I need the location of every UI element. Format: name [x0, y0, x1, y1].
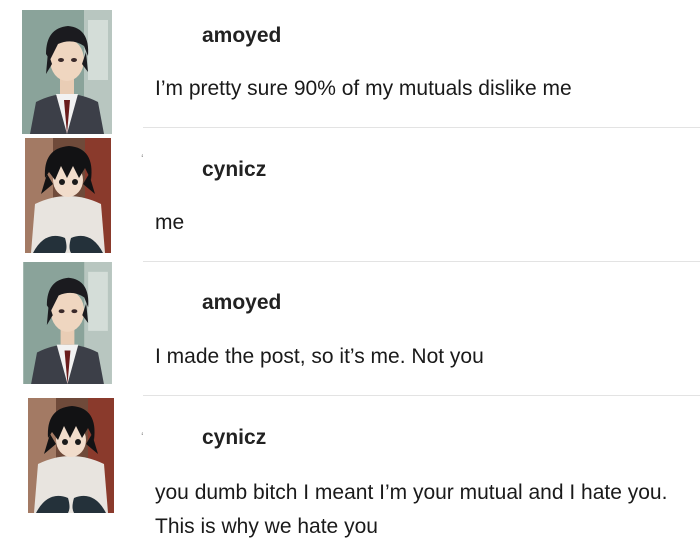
- crouching-man-avatar[interactable]: [25, 138, 111, 253]
- artifact-mark: ʻ: [141, 430, 144, 444]
- post-username[interactable]: cynicz: [202, 426, 266, 450]
- post-body: I made the post, so it’s me. Not you: [155, 345, 484, 368]
- post-1: amoyed I’m pretty sure 90% of my mutuals…: [0, 0, 700, 134]
- artifact-mark: ʻ: [141, 152, 144, 166]
- post-username[interactable]: amoyed: [202, 291, 281, 315]
- post-body: I’m pretty sure 90% of my mutuals dislik…: [155, 77, 572, 100]
- post-username[interactable]: amoyed: [202, 24, 281, 48]
- crouching-man-avatar[interactable]: [28, 396, 114, 515]
- post-body: me: [155, 211, 185, 234]
- suited-man-avatar[interactable]: [22, 262, 113, 384]
- post-4: ʻ cynicz you dumb bitch I meant I’m your…: [0, 396, 700, 549]
- post-2: ʻ cynicz me: [0, 128, 700, 261]
- post-body: you dumb bitch I meant I’m your mutual a…: [155, 481, 668, 538]
- post-username[interactable]: cynicz: [202, 158, 266, 182]
- post-3: amoyed I made the post, so it’s me. Not …: [0, 262, 700, 395]
- suited-man-avatar[interactable]: [22, 10, 112, 134]
